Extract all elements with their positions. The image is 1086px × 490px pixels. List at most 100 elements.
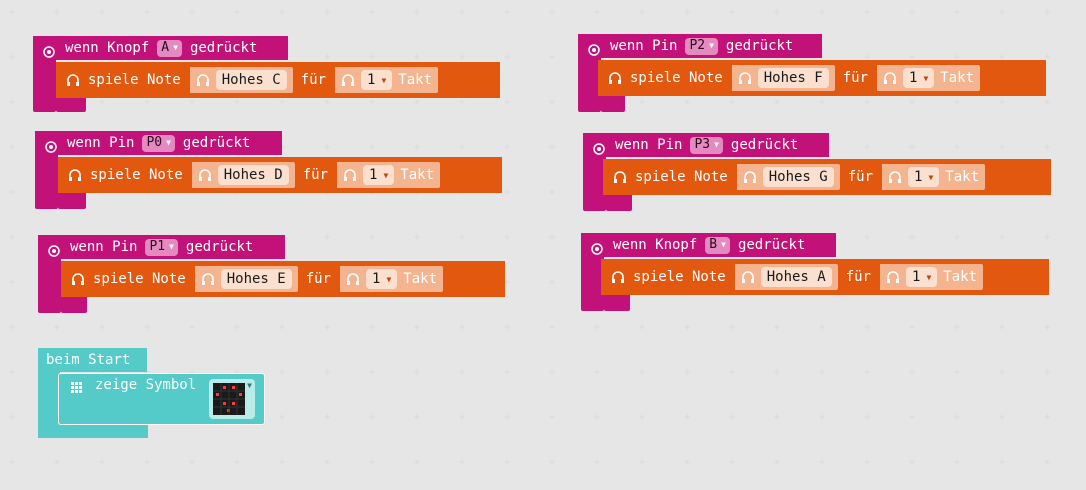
headphones-icon (66, 73, 80, 87)
led-symbol-picker[interactable]: ▼ (209, 379, 255, 419)
event-block-foot (606, 195, 632, 211)
note-slot[interactable]: Hohes E (189, 266, 298, 292)
grid-plus-mark (999, 234, 1005, 240)
grid-plus-mark (369, 414, 375, 420)
event-header[interactable]: wenn Pin P3 ▼ gedrückt (583, 133, 829, 157)
note-slot[interactable]: Hohes G (731, 164, 840, 190)
grid-plus-mark (954, 144, 960, 150)
grid-plus-mark (639, 459, 645, 465)
play-note-block[interactable]: spiele Note Hohes F für 1 ▼ Takt (598, 60, 1046, 96)
grid-plus-mark (549, 279, 555, 285)
event-prefix: wenn Pin (610, 38, 678, 54)
grid-plus-mark (999, 459, 1005, 465)
grid-plus-mark (369, 324, 375, 330)
dropdown-arrow-icon: ▼ (166, 138, 171, 147)
selector-value: A (161, 40, 170, 55)
beats-dropdown[interactable]: 1 ▼ (363, 165, 395, 185)
grid-plus-mark (9, 324, 15, 330)
grid-plus-mark (1044, 414, 1050, 420)
for-label: für (842, 70, 869, 86)
note-pill[interactable]: Hohes A (760, 267, 832, 287)
beats-slot[interactable]: 1 ▼ Takt (330, 67, 439, 93)
beats-dropdown[interactable]: 1 ▼ (366, 269, 398, 289)
note-slot[interactable]: Hohes D (186, 162, 295, 188)
grid-plus-mark (684, 414, 690, 420)
grid-plus-mark (864, 324, 870, 330)
grid-plus-mark (279, 414, 285, 420)
grid-plus-mark (414, 414, 420, 420)
selector-dropdown[interactable]: P3 ▼ (690, 136, 723, 154)
grid-plus-mark (54, 459, 60, 465)
grid-plus-mark (234, 9, 240, 15)
selector-dropdown[interactable]: B ▼ (705, 236, 730, 254)
beats-slot[interactable]: 1 ▼ Takt (332, 162, 441, 188)
selector-dropdown[interactable]: P0 ▼ (142, 134, 175, 152)
event-block-foot (56, 96, 86, 112)
grid-plus-mark (909, 144, 915, 150)
grid-plus-mark (99, 459, 105, 465)
note-slot[interactable]: Hohes F (726, 65, 835, 91)
event-header[interactable]: wenn Pin P1 ▼ gedrückt (38, 235, 285, 259)
event-header[interactable]: wenn Pin P0 ▼ gedrückt (35, 131, 282, 155)
play-label: spiele Note (88, 72, 181, 88)
selector-value: P3 (694, 137, 711, 152)
note-slot[interactable]: Hohes C (184, 67, 293, 93)
selector-dropdown[interactable]: A ▼ (157, 39, 182, 57)
play-note-block[interactable]: spiele Note Hohes G für 1 ▼ Takt (603, 159, 1051, 195)
note-pill[interactable]: Hohes G (762, 167, 834, 187)
grid-plus-mark (549, 9, 555, 15)
show-icon-block[interactable]: zeige Symbol ▼ (58, 373, 265, 425)
play-note-block[interactable]: spiele Note Hohes A für 1 ▼ Takt (601, 259, 1049, 295)
selector-dropdown[interactable]: P2 ▼ (685, 37, 718, 55)
dropdown-arrow-icon: ▼ (926, 272, 932, 282)
beats-dropdown[interactable]: 1 ▼ (908, 167, 940, 187)
note-pill[interactable]: Hohes C (215, 70, 287, 90)
grid-plus-mark (549, 144, 555, 150)
grid-plus-mark (369, 459, 375, 465)
grid-plus-mark (369, 9, 375, 15)
grid-plus-mark (549, 369, 555, 375)
grid-plus-mark (684, 459, 690, 465)
beats-slot[interactable]: 1 ▼ Takt (875, 264, 984, 290)
grid-plus-mark (954, 459, 960, 465)
grid-plus-mark (189, 99, 195, 105)
grid-plus-mark (684, 99, 690, 105)
headphones-icon (886, 270, 900, 284)
event-header[interactable]: wenn Knopf A ▼ gedrückt (33, 36, 288, 60)
dropdown-arrow-icon: ▼ (169, 242, 174, 251)
event-prefix: wenn Pin (67, 135, 135, 151)
event-header[interactable]: wenn Knopf B ▼ gedrückt (581, 233, 836, 257)
grid-plus-mark (549, 414, 555, 420)
note-pill[interactable]: Hohes F (757, 68, 829, 88)
dropdown-arrow-icon: ▼ (381, 75, 387, 85)
beats-value: 1 (909, 70, 918, 86)
grid-plus-mark (954, 324, 960, 330)
start-header[interactable]: beim Start (38, 348, 147, 372)
play-note-block[interactable]: spiele Note Hohes D für 1 ▼ Takt (58, 157, 502, 193)
event-header[interactable]: wenn Pin P2 ▼ gedrückt (578, 34, 822, 58)
headphones-icon (68, 168, 82, 182)
beats-slot[interactable]: 1 ▼ Takt (877, 164, 986, 190)
grid-plus-mark (774, 324, 780, 330)
beats-dropdown[interactable]: 1 ▼ (903, 68, 935, 88)
selector-dropdown[interactable]: P1 ▼ (145, 238, 178, 256)
grid-plus-mark (324, 324, 330, 330)
beats-slot[interactable]: 1 ▼ Takt (872, 65, 981, 91)
beats-dropdown[interactable]: 1 ▼ (361, 70, 393, 90)
play-note-block[interactable]: spiele Note Hohes C für 1 ▼ Takt (56, 62, 500, 98)
grid-plus-mark (729, 9, 735, 15)
beats-slot[interactable]: 1 ▼ Takt (335, 266, 444, 292)
headphones-icon (201, 272, 215, 286)
play-note-block[interactable]: spiele Note Hohes E für 1 ▼ Takt (61, 261, 505, 297)
grid-plus-mark (999, 9, 1005, 15)
target-icon (593, 139, 605, 155)
grid-plus-mark (594, 369, 600, 375)
beats-value: 1 (369, 167, 378, 183)
grid-plus-mark (1044, 99, 1050, 105)
note-slot[interactable]: Hohes A (729, 264, 838, 290)
note-pill[interactable]: Hohes E (220, 269, 292, 289)
beats-dropdown[interactable]: 1 ▼ (906, 267, 938, 287)
note-pill[interactable]: Hohes D (217, 165, 289, 185)
grid-plus-mark (639, 369, 645, 375)
grid-plus-mark (459, 459, 465, 465)
